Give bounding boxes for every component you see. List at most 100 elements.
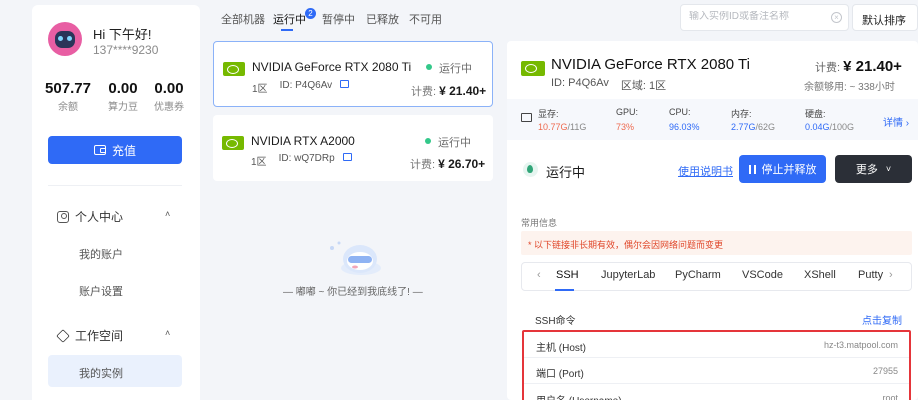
cpu-value: 96.03% <box>669 122 700 132</box>
detail-price-label: 计费: <box>815 62 841 74</box>
instance-price: 计费: ¥ 21.40+ <box>411 83 486 99</box>
price-value: ¥ 26.70+ <box>438 157 486 171</box>
balance-value[interactable]: 507.77 <box>38 80 98 97</box>
chevron-right-icon: › <box>905 118 910 129</box>
search-box[interactable]: × <box>680 4 849 31</box>
detail-zone: 区域: 1区 <box>620 80 667 92</box>
running-status-icon <box>523 162 538 177</box>
nav-item-account-settings[interactable]: 账户设置 <box>79 283 123 299</box>
tab-putty[interactable]: Putty <box>858 269 883 281</box>
nav-personal-center[interactable]: 个人中心 ˄ <box>57 208 170 225</box>
tab-active-indicator <box>281 29 293 31</box>
sidebar: Hi 下午好! 137****9230 507.77 余额 0.00 算力豆 0… <box>32 5 200 400</box>
detail-price-value: ¥ 21.40+ <box>843 58 902 75</box>
host-label: 主机 (Host) <box>536 343 586 354</box>
instance-price: 计费: ¥ 26.70+ <box>410 156 485 172</box>
instance-name: NVIDIA RTX A2000 <box>251 134 355 148</box>
price-value: ¥ 21.40+ <box>439 84 487 98</box>
memory-value: 2.77G/62G <box>731 122 776 132</box>
monitor-icon <box>521 113 532 122</box>
details-link[interactable]: 详情 › <box>883 114 909 129</box>
disk-label: 硬盘: <box>805 109 826 119</box>
chevron-left-icon[interactable]: ‹ <box>537 269 541 281</box>
instance-status: 运行中 <box>425 134 471 150</box>
avatar[interactable] <box>48 22 82 56</box>
tab-paused[interactable]: 暂停中 <box>322 11 355 27</box>
coupons-label: 优惠券 <box>154 102 184 113</box>
instance-name: NVIDIA GeForce RTX 2080 Ti <box>252 60 412 74</box>
port-value[interactable]: 27955 <box>873 366 898 376</box>
wallet-icon <box>93 145 106 155</box>
nvidia-logo-icon <box>223 62 245 76</box>
network-icon <box>342 153 352 161</box>
chevron-up-icon: ˄ <box>165 328 171 338</box>
instance-id: ID: wQ7DRp <box>278 153 335 164</box>
price-label: 计费: <box>411 86 437 98</box>
nav-item-my-instances[interactable]: 我的实例 <box>79 365 123 381</box>
coupons-value[interactable]: 0.00 <box>139 80 199 97</box>
port-label: 端口 (Port) <box>536 369 584 380</box>
pause-icon <box>748 164 756 174</box>
recharge-label: 充值 <box>111 143 136 158</box>
ssh-command-label: SSH命令 <box>535 316 576 327</box>
sort-select[interactable]: 默认排序 <box>852 4 918 31</box>
username-value[interactable]: root <box>882 393 898 400</box>
tab-released[interactable]: 已释放 <box>366 11 399 27</box>
detail-status: 运行中 <box>546 165 586 180</box>
chevron-up-icon: ˄ <box>165 209 171 219</box>
tab-xshell[interactable]: XShell <box>804 269 836 281</box>
clear-icon[interactable]: × <box>831 12 842 23</box>
instance-status: 运行中 <box>426 60 472 76</box>
balance-label: 余额 <box>58 102 78 113</box>
chevron-right-icon[interactable]: › <box>889 269 893 281</box>
instance-zone: 1区 <box>251 157 267 168</box>
tab-jupyterlab[interactable]: JupyterLab <box>601 269 655 281</box>
mascot-illustration <box>330 241 381 275</box>
tab-all-machines[interactable]: 全部机器 <box>221 11 265 27</box>
link-notice: * 以下链接非长期有效，偶尔会因网络问题而变更 <box>521 231 912 255</box>
recharge-button[interactable]: 充值 <box>48 136 182 164</box>
nav-personal-label: 个人中心 <box>75 210 124 224</box>
tab-ssh[interactable]: SSH <box>556 269 579 281</box>
copy-link[interactable]: 点击复制 <box>862 312 902 327</box>
nvidia-logo-icon <box>222 136 244 150</box>
chevron-down-icon: ˅ <box>885 164 892 174</box>
username-label: 用户名 (Username) <box>536 392 622 400</box>
gpu-value: 73% <box>616 122 635 132</box>
search-input[interactable] <box>689 11 825 22</box>
tab-pycharm[interactable]: PyCharm <box>675 269 721 281</box>
greeting: Hi 下午好! <box>93 27 152 42</box>
price-label: 计费: <box>410 159 436 171</box>
tab-running[interactable]: 运行中 <box>273 11 306 27</box>
gpu-label: GPU: <box>616 107 639 117</box>
cpu-label: CPU: <box>669 107 691 117</box>
nav-item-my-account[interactable]: 我的账户 <box>79 246 123 262</box>
nvidia-logo-icon <box>521 61 545 76</box>
divider <box>524 357 909 358</box>
cube-icon <box>56 328 70 343</box>
common-info-label: 常用信息 <box>521 218 558 228</box>
disk-value: 0.04G/100G <box>805 122 855 132</box>
instance-card[interactable]: NVIDIA GeForce RTX 2080 Ti 1区 ID: P4Q6Av… <box>213 41 493 107</box>
more-button[interactable]: 更多 ˅ <box>835 155 912 183</box>
phone-number: 137****9230 <box>93 43 159 57</box>
vram-label: 显存: <box>538 109 559 119</box>
divider <box>524 383 909 384</box>
running-count-badge: 2 <box>305 8 316 19</box>
memory-label: 内存: <box>731 109 752 119</box>
network-icon <box>340 80 350 88</box>
user-manual-link[interactable]: 使用说明书 <box>678 163 733 179</box>
stop-and-release-button[interactable]: 停止并释放 <box>739 155 826 183</box>
tab-vscode[interactable]: VSCode <box>742 269 783 281</box>
tab-unavailable[interactable]: 不可用 <box>409 11 442 27</box>
instance-id: ID: P4Q6Av <box>279 80 333 91</box>
tab-active-indicator <box>555 289 574 291</box>
instance-zone: 1区 <box>252 84 268 95</box>
user-icon <box>57 210 69 223</box>
instance-card[interactable]: NVIDIA RTX A2000 1区 ID: wQ7DRp 运行中 计费: ¥… <box>213 115 493 181</box>
host-value[interactable]: hz-t3.matpool.com <box>824 340 898 350</box>
nav-workspace[interactable]: 工作空间 ˄ <box>56 327 170 344</box>
divider <box>48 185 182 186</box>
detail-id: ID: P4Q6Av <box>551 77 609 89</box>
empty-message: — 嘟嘟 ~ 你已经到我底线了! — <box>283 287 423 298</box>
